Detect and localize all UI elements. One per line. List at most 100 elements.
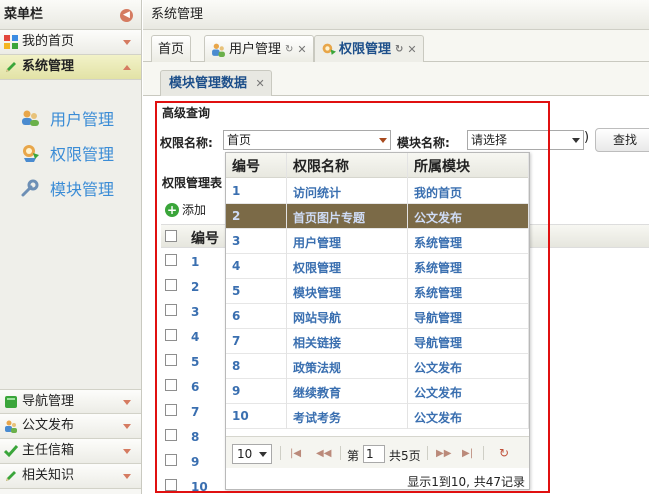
dropdown-row[interactable]: 4 权限管理 系统管理 bbox=[226, 254, 529, 279]
row-checkbox[interactable] bbox=[165, 254, 177, 266]
dropdown-row[interactable]: 5 模块管理 系统管理 bbox=[226, 279, 529, 304]
submenu-item-label: 权限管理 bbox=[50, 144, 115, 164]
table-row[interactable]: 7 bbox=[161, 399, 213, 424]
table-row[interactable]: 2 bbox=[161, 274, 213, 299]
table-row[interactable]: 10 bbox=[161, 474, 213, 494]
dropdown-cell-module: 系统管理 bbox=[414, 236, 463, 250]
tab-permission-management[interactable]: 权限管理 ↻ ✕ bbox=[314, 35, 424, 62]
table-row[interactable]: 8 bbox=[161, 424, 213, 449]
dropdown-header-module: 所属模块 bbox=[414, 159, 470, 175]
tab-label: 首页 bbox=[158, 41, 185, 57]
dropdown-row[interactable]: 3 用户管理 系统管理 bbox=[226, 229, 529, 254]
sidebar-header: 菜单栏 ◀ bbox=[0, 0, 141, 30]
table-row[interactable]: 3 bbox=[161, 299, 213, 324]
add-button[interactable]: + 添加 bbox=[165, 201, 206, 218]
module-name-combo[interactable]: 请选择 bbox=[467, 130, 584, 150]
permission-icon bbox=[23, 144, 39, 162]
tab-label: 用户管理 bbox=[229, 41, 282, 57]
dropdown-row[interactable]: 8 政策法规 公文发布 bbox=[226, 354, 529, 379]
add-label: 添加 bbox=[182, 203, 207, 217]
row-checkbox[interactable] bbox=[165, 279, 177, 291]
last-page-icon[interactable]: ▶| bbox=[462, 448, 473, 459]
chevron-down-icon bbox=[259, 452, 267, 457]
table-row[interactable]: 6 bbox=[161, 374, 213, 399]
dropdown-cell-module: 系统管理 bbox=[414, 286, 463, 300]
chevron-down-icon bbox=[123, 400, 131, 405]
dropdown-cell-module: 公文发布 bbox=[414, 211, 463, 225]
chevron-down-icon[interactable] bbox=[379, 138, 387, 143]
page-size-select[interactable]: 10 bbox=[232, 444, 272, 464]
sidebar-section-docs[interactable]: 公文发布 bbox=[0, 414, 141, 439]
row-number: 7 bbox=[191, 405, 200, 419]
row-checkbox[interactable] bbox=[165, 354, 177, 366]
grid-icon bbox=[4, 35, 18, 49]
close-icon[interactable]: ✕ bbox=[407, 37, 416, 62]
dropdown-cell-id: 2 bbox=[232, 209, 241, 223]
dropdown-header-name: 权限名称 bbox=[293, 159, 349, 175]
collapse-icon[interactable]: ◀ bbox=[120, 9, 133, 22]
dropdown-cell-name: 考试考务 bbox=[293, 411, 342, 425]
table-row[interactable]: 9 bbox=[161, 449, 213, 474]
select-all-checkbox[interactable] bbox=[165, 230, 177, 242]
sidebar-section-mailbox[interactable]: 主任信箱 bbox=[0, 439, 141, 464]
dropdown-cell-name: 相关链接 bbox=[293, 336, 342, 350]
submenu-item-permissions[interactable]: 权限管理 bbox=[0, 135, 141, 170]
sidebar: 菜单栏 ◀ 我的首页 系统管理 用户管理 权限管理 模块管理 导航管理 公文发布… bbox=[0, 0, 142, 494]
dropdown-cell-id: 5 bbox=[232, 284, 241, 298]
refresh-icon[interactable]: ↻ bbox=[499, 446, 509, 460]
dropdown-cell-module: 公文发布 bbox=[414, 386, 463, 400]
sidebar-section-label: 公文发布 bbox=[22, 418, 75, 433]
submenu-item-modules[interactable]: 模块管理 bbox=[0, 170, 141, 205]
permission-name-combo[interactable]: 首页 bbox=[223, 130, 391, 150]
dropdown-cell-name: 权限管理 bbox=[293, 261, 342, 275]
dropdown-row[interactable]: 2 首页图片专题 公文发布 bbox=[226, 204, 529, 229]
first-page-icon[interactable]: |◀ bbox=[290, 448, 301, 459]
sidebar-section-label: 主任信箱 bbox=[22, 443, 75, 458]
chevron-down-icon bbox=[123, 40, 131, 45]
users-icon bbox=[5, 420, 17, 433]
dropdown-row[interactable]: 7 相关链接 导航管理 bbox=[226, 329, 529, 354]
dropdown-cell-name: 访问统计 bbox=[293, 186, 342, 200]
row-checkbox[interactable] bbox=[165, 379, 177, 391]
refresh-icon[interactable]: ↻ bbox=[285, 37, 293, 62]
row-number: 3 bbox=[191, 305, 200, 319]
row-checkbox[interactable] bbox=[165, 454, 177, 466]
dropdown-cell-module: 公文发布 bbox=[414, 411, 463, 425]
dropdown-row[interactable]: 1 访问统计 我的首页 bbox=[226, 179, 529, 204]
next-page-icon[interactable]: ▶▶ bbox=[436, 448, 451, 459]
sidebar-section-system[interactable]: 系统管理 bbox=[0, 55, 141, 80]
row-checkbox[interactable] bbox=[165, 404, 177, 416]
close-icon[interactable]: ✕ bbox=[256, 77, 265, 90]
dropdown-header-id: 编号 bbox=[232, 159, 260, 175]
sidebar-section-knowledge[interactable]: 相关知识 bbox=[0, 464, 141, 489]
table-row[interactable]: 1 bbox=[161, 249, 213, 274]
subtab-module-data[interactable]: 模块管理数据 ✕ bbox=[160, 70, 272, 96]
table-row[interactable]: 5 bbox=[161, 349, 213, 374]
tab-user-management[interactable]: 用户管理 ↻ ✕ bbox=[204, 35, 314, 62]
refresh-icon[interactable]: ↻ bbox=[395, 37, 403, 62]
tab-home[interactable]: 首页 bbox=[151, 35, 192, 62]
find-button[interactable]: 查找 bbox=[595, 128, 649, 152]
submenu-item-label: 模块管理 bbox=[50, 179, 115, 199]
prev-page-icon[interactable]: ◀◀ bbox=[316, 448, 331, 459]
dropdown-row[interactable]: 10 考试考务 公文发布 bbox=[226, 404, 529, 429]
pencil-icon bbox=[6, 62, 16, 72]
close-icon[interactable]: ✕ bbox=[297, 37, 306, 62]
row-checkbox[interactable] bbox=[165, 479, 177, 491]
row-checkbox[interactable] bbox=[165, 429, 177, 441]
page-number-input[interactable]: 1 bbox=[363, 445, 385, 463]
book-icon bbox=[5, 395, 17, 408]
row-checkbox[interactable] bbox=[165, 304, 177, 316]
dropdown-cell-name: 首页图片专题 bbox=[293, 211, 366, 225]
combo-value: 首页 bbox=[227, 133, 252, 147]
table-row[interactable]: 4 bbox=[161, 324, 213, 349]
dropdown-cell-module: 系统管理 bbox=[414, 261, 463, 275]
row-checkbox[interactable] bbox=[165, 329, 177, 341]
sidebar-section-nav[interactable]: 导航管理 bbox=[0, 389, 141, 414]
chevron-down-icon[interactable] bbox=[572, 138, 580, 143]
dropdown-row[interactable]: 9 继续教育 公文发布 bbox=[226, 379, 529, 404]
submenu-item-users[interactable]: 用户管理 bbox=[0, 100, 141, 135]
dropdown-row[interactable]: 6 网站导航 导航管理 bbox=[226, 304, 529, 329]
sidebar-section-home[interactable]: 我的首页 bbox=[0, 30, 141, 55]
sidebar-bottom: 导航管理 公文发布 主任信箱 相关知识 bbox=[0, 389, 141, 489]
